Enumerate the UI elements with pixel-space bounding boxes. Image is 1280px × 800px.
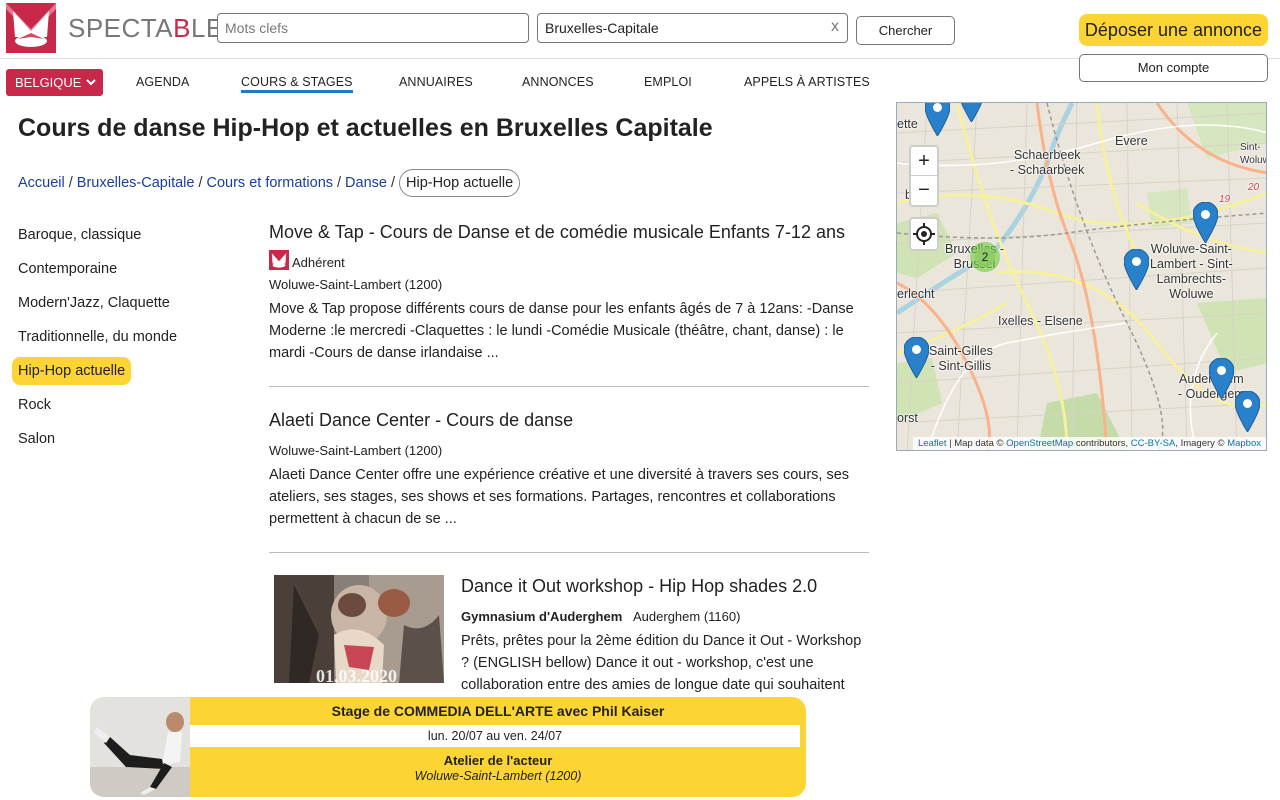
sidebar-item-contemporaine[interactable]: Contemporaine: [12, 255, 123, 283]
logo-wordmark[interactable]: SPECTABLE: [68, 13, 224, 44]
license-link[interactable]: CC-BY-SA: [1131, 438, 1176, 449]
map-marker-icon[interactable]: [925, 102, 950, 136]
map-marker-icon[interactable]: [1193, 202, 1218, 243]
keywords-input[interactable]: [218, 14, 528, 42]
locate-button[interactable]: [909, 217, 939, 251]
attribution-text: | Map data ©: [946, 438, 1007, 449]
logo-text-accent: B: [173, 13, 191, 43]
listing-divider: [269, 386, 869, 387]
sidebar-item-traditionnelle[interactable]: Traditionnelle, du monde: [12, 323, 183, 351]
map-label-jette: ette: [897, 117, 918, 131]
search-button[interactable]: Chercher: [856, 16, 955, 45]
sidebar-item-hiphop[interactable]: Hip-Hop actuelle: [12, 357, 132, 385]
map-label-evere: Evere: [1115, 134, 1148, 148]
clear-location-button[interactable]: x: [831, 18, 839, 36]
nav-annonces[interactable]: ANNONCES: [522, 75, 594, 89]
breadcrumb-link-region[interactable]: Bruxelles-Capitale: [77, 175, 195, 191]
breadcrumb-link-dance[interactable]: Danse: [345, 175, 387, 191]
breadcrumb-separator: /: [337, 175, 342, 191]
post-ad-button[interactable]: Déposer une annonce: [1079, 14, 1268, 46]
listing-description: Prêts, prêtes pour la 2ème édition du Da…: [461, 633, 862, 693]
breadcrumb-current: Hip-Hop actuelle: [399, 169, 521, 197]
map-road-number: 20: [1248, 182, 1260, 193]
logo-text-part: SPECTA: [68, 13, 174, 43]
map-label-forest: orst: [897, 411, 918, 425]
listing-title[interactable]: Move & Tap - Cours de Danse et de comédi…: [269, 222, 845, 243]
site-header: SPECTABLE x Chercher Déposer une annonce: [0, 0, 1280, 59]
breadcrumb-separator: /: [390, 175, 395, 191]
chevron-down-icon: [86, 69, 96, 107]
promo-dates: lun. 20/07 au ven. 24/07: [190, 725, 800, 747]
breadcrumb-link-home[interactable]: Accueil: [18, 175, 65, 191]
zoom-in-button[interactable]: +: [911, 147, 937, 176]
attribution-text: contributors,: [1073, 438, 1131, 449]
map-road-number: 19: [1219, 194, 1231, 205]
map-label-ixelles: Ixelles - Elsene: [998, 314, 1083, 328]
promo-title[interactable]: Stage de COMMEDIA DELL'ARTE avec Phil Ka…: [190, 703, 806, 719]
zoom-control: + −: [909, 145, 939, 207]
logo-icon[interactable]: [6, 3, 56, 53]
listing-location: Woluwe-Saint-Lambert (1200): [269, 443, 443, 458]
sidebar-item-modern-jazz[interactable]: Modern'Jazz, Claquette: [12, 289, 176, 317]
listing-description: Move & Tap propose différents cours de d…: [269, 301, 854, 361]
nav-agenda[interactable]: AGENDA: [136, 75, 189, 89]
promo-location: Woluwe-Saint-Lambert (1200): [414, 769, 582, 783]
map-marker-icon[interactable]: [1124, 249, 1149, 290]
nav-emploi[interactable]: EMPLOI: [644, 75, 692, 89]
mapbox-link[interactable]: Mapbox: [1227, 438, 1261, 449]
listing-title[interactable]: Dance it Out workshop - Hip Hop shades 2…: [461, 576, 817, 597]
location-input[interactable]: [538, 14, 847, 42]
listing-image[interactable]: 01.03.2020: [274, 575, 444, 683]
sidebar-item-baroque[interactable]: Baroque, classique: [12, 221, 147, 249]
member-badge-label: Adhérent: [292, 255, 345, 270]
page-title: Cours de danse Hip-Hop et actuelles en B…: [18, 114, 713, 142]
promo-venue: Atelier de l'acteur: [443, 753, 553, 768]
listing-location: Auderghem (1160): [633, 609, 741, 624]
attribution-text: , Imagery ©: [1175, 438, 1228, 449]
sidebar-item-rock[interactable]: Rock: [12, 391, 57, 419]
listing-title[interactable]: Alaeti Dance Center - Cours de danse: [269, 410, 573, 431]
leaflet-link[interactable]: Leaflet: [918, 438, 947, 449]
listing-divider: [269, 552, 869, 553]
keywords-field: [217, 13, 529, 43]
map-label-sint-woluwe: Sint- Woluw: [1240, 142, 1267, 166]
map-label-saint-gilles: Saint-Gilles - Sint-Gillis: [929, 344, 993, 373]
listing-location: Woluwe-Saint-Lambert (1200): [269, 277, 443, 292]
breadcrumb-separator: /: [198, 175, 203, 191]
map-marker-icon[interactable]: [1235, 391, 1260, 432]
member-logo-icon: [269, 249, 289, 270]
location-field: x: [537, 13, 848, 43]
nav-annuaires[interactable]: ANNUAIRES: [399, 75, 473, 89]
country-label: BELGIQUE: [15, 75, 82, 90]
map-label-woluwe: Woluwe-Saint- Lambert - Sint- Lambrechts…: [1150, 242, 1233, 301]
map-cluster[interactable]: 2: [970, 242, 1000, 272]
listing-venue[interactable]: Gymnasium d'Auderghem: [461, 609, 622, 624]
map-cluster-count: 2: [975, 247, 995, 267]
breadcrumb-link-courses[interactable]: Cours et formations: [206, 175, 333, 191]
nav-appels-artistes[interactable]: APPELS À ARTISTES: [744, 75, 870, 89]
map-marker-icon[interactable]: [1209, 358, 1234, 399]
sidebar-item-salon[interactable]: Salon: [12, 425, 61, 453]
promo-banner[interactable]: Stage de COMMEDIA DELL'ARTE avec Phil Ka…: [90, 697, 806, 797]
map-marker-icon[interactable]: [904, 337, 929, 378]
promo-image: [90, 697, 190, 797]
listing-image-caption: 01.03.2020: [316, 666, 397, 683]
results-map[interactable]: Schaerbeek - Schaarbeek Evere Bruxelles …: [896, 102, 1267, 451]
map-marker-icon[interactable]: [959, 102, 984, 122]
map-label-anderlecht: erlecht: [897, 287, 935, 301]
breadcrumb-separator: /: [68, 175, 73, 191]
map-label-schaerbeek: Schaerbeek - Schaarbeek: [1010, 148, 1085, 177]
listing-description: Alaeti Dance Center offre une expérience…: [269, 467, 850, 527]
my-account-button[interactable]: Mon compte: [1079, 54, 1268, 82]
country-selector[interactable]: BELGIQUE: [6, 69, 103, 96]
osm-link[interactable]: OpenStreetMap: [1006, 438, 1073, 449]
breadcrumb: Accueil / Bruxelles-Capitale / Cours et …: [18, 168, 521, 198]
map-attribution: Leaflet | Map data © OpenStreetMap contr…: [912, 437, 1266, 450]
crosshair-icon: [913, 223, 935, 245]
zoom-out-button[interactable]: −: [911, 176, 937, 205]
member-badge: Adhérent: [269, 249, 345, 270]
nav-cours-stages[interactable]: COURS & STAGES: [241, 75, 353, 93]
